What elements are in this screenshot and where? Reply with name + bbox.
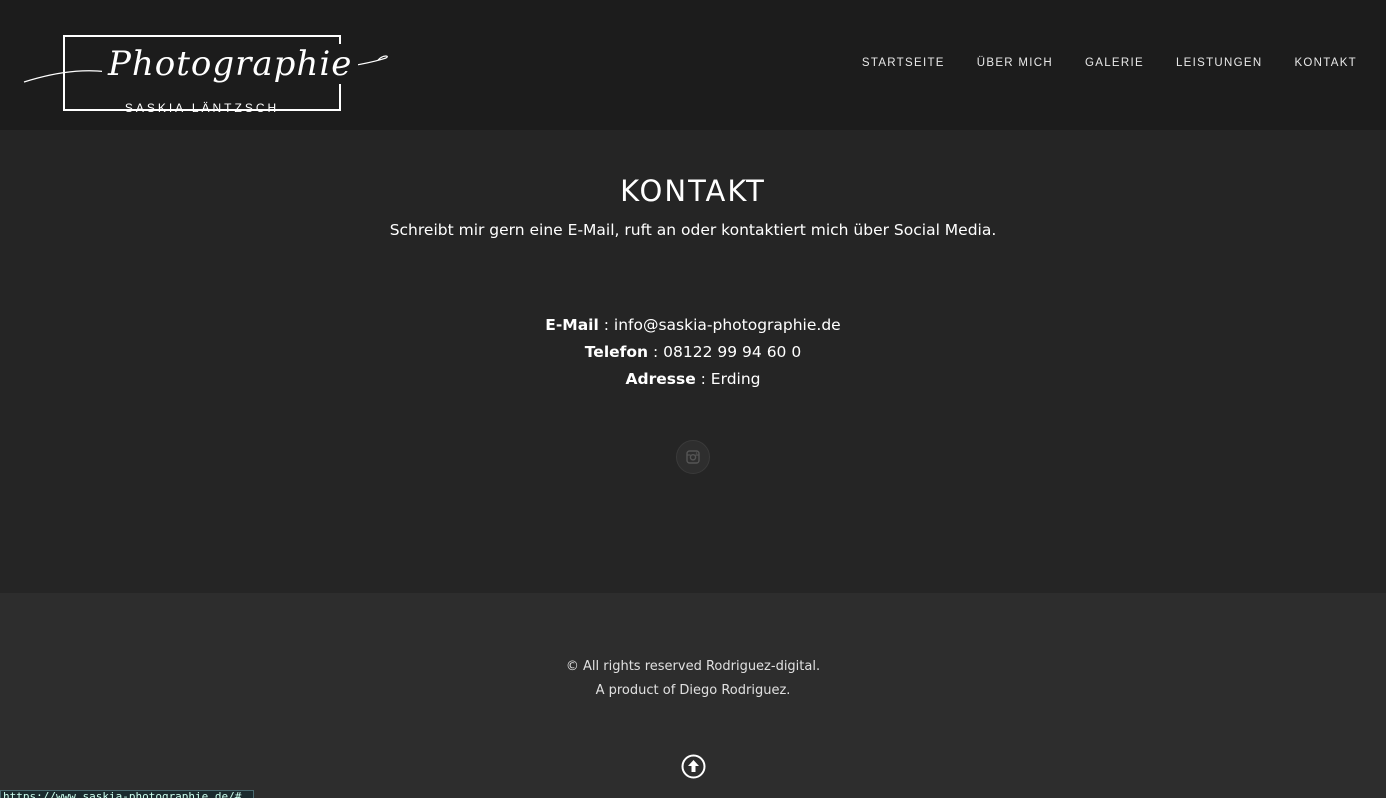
nav-item-ueber-mich[interactable]: ÜBER MICH xyxy=(977,57,1053,69)
main-nav: STARTSEITE ÜBER MICH GALERIE LEISTUNGEN … xyxy=(862,57,1357,69)
address-value: Erding xyxy=(710,370,761,388)
contact-section: KONTAKT Schreibt mir gern eine E-Mail, r… xyxy=(0,130,1386,593)
email-link[interactable]: info@saskia-photographie.de xyxy=(614,316,841,334)
page-title: KONTAKT xyxy=(620,174,766,208)
email-label: E-Mail xyxy=(545,316,599,334)
browser-status-bar: https://www.saskia-photographie.de/# xyxy=(0,790,254,798)
nav-item-galerie[interactable]: GALERIE xyxy=(1085,57,1144,69)
back-to-top-button[interactable] xyxy=(681,754,706,779)
page-subtitle: Schreibt mir gern eine E-Mail, ruft an o… xyxy=(389,221,997,239)
phone-label: Telefon xyxy=(584,343,649,361)
nav-item-kontakt[interactable]: KONTAKT xyxy=(1294,57,1357,69)
instagram-button[interactable] xyxy=(676,440,710,474)
email-row: E-Mail : info@saskia-photographie.de xyxy=(0,312,1386,339)
phone-separator: : xyxy=(648,343,664,361)
arrow-up-circle-icon xyxy=(681,754,706,779)
address-label: Adresse xyxy=(625,370,696,388)
contact-details: E-Mail : info@saskia-photographie.de Tel… xyxy=(0,312,1386,393)
nav-item-leistungen[interactable]: LEISTUNGEN xyxy=(1176,57,1263,69)
logo-subtitle: SASKIA LÄNTZSCH xyxy=(124,101,280,115)
copyright-text: © All rights reserved Rodriguez-digital. xyxy=(565,659,821,674)
site-logo[interactable]: Photographie SASKIA LÄNTZSCH xyxy=(22,30,388,118)
email-separator: : xyxy=(598,316,614,334)
logo-script-text: Photographie xyxy=(102,44,359,84)
address-row: Adresse : Erding xyxy=(0,366,1386,393)
phone-value[interactable]: 08122 99 94 60 0 xyxy=(663,343,801,361)
address-separator: : xyxy=(695,370,711,388)
product-credit: A product of Diego Rodriguez. xyxy=(595,683,791,698)
footer-text: © All rights reserved Rodriguez-digital.… xyxy=(0,655,1386,703)
nav-item-startseite[interactable]: STARTSEITE xyxy=(862,57,945,69)
instagram-icon xyxy=(686,450,700,464)
site-footer: © All rights reserved Rodriguez-digital.… xyxy=(0,593,1386,798)
site-header: Photographie SASKIA LÄNTZSCH STARTSEITE … xyxy=(0,0,1386,130)
phone-row: Telefon : 08122 99 94 60 0 xyxy=(0,339,1386,366)
